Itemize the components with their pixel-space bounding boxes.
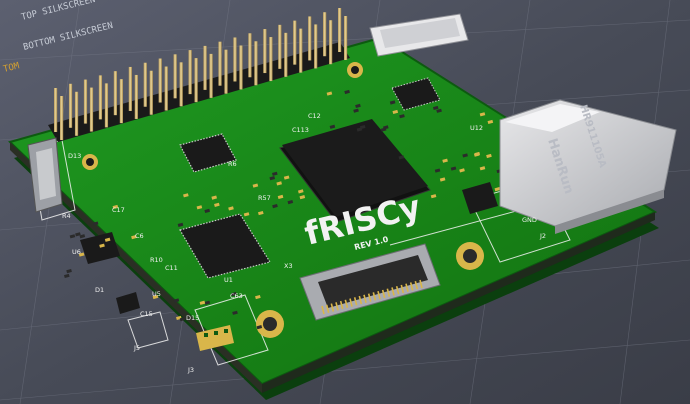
header-pin xyxy=(329,20,333,65)
refdes-c113: C113 xyxy=(292,126,309,134)
header-pin xyxy=(293,20,297,65)
header-pin xyxy=(173,54,177,99)
refdes-d13: D13 xyxy=(68,152,81,160)
refdes-c17: C17 xyxy=(112,206,125,214)
header-pin xyxy=(164,66,168,111)
refdes-u12: U12 xyxy=(470,124,483,132)
header-pin xyxy=(299,28,303,73)
header-pin xyxy=(113,71,117,116)
refdes-gnd: GND xyxy=(522,216,537,224)
refdes-r4: R4 xyxy=(62,212,71,220)
refdes-c11: C11 xyxy=(165,264,178,272)
refdes-d15: D15 xyxy=(186,314,199,322)
header-pin xyxy=(269,37,273,82)
header-pin xyxy=(338,8,342,52)
header-pin xyxy=(128,66,132,111)
refdes-r6: R6 xyxy=(228,160,237,168)
header-pin xyxy=(98,75,103,120)
header-pin xyxy=(308,16,312,61)
refdes-c63: C63 xyxy=(230,292,243,300)
header-pin xyxy=(74,91,79,136)
header-pin xyxy=(233,37,237,82)
header-pin xyxy=(149,70,153,115)
refdes-c6: C6 xyxy=(135,232,144,240)
header-pin xyxy=(119,79,123,124)
header-pin xyxy=(134,74,138,119)
header-pin xyxy=(83,79,88,124)
refdes-j2: J2 xyxy=(539,232,546,240)
header-pin xyxy=(323,12,327,57)
header-pin xyxy=(68,83,73,128)
refdes-r10: R10 xyxy=(150,256,163,264)
refdes-c12: C12 xyxy=(308,112,321,120)
refdes-c15: C15 xyxy=(140,310,153,318)
pcb-3d-viewer[interactable]: TOP SILKSCREEN BOTTOM SILKSCREEN TOM Han… xyxy=(0,0,690,404)
refdes-x3: X3 xyxy=(284,262,293,270)
header-pin xyxy=(254,41,258,86)
header-pin xyxy=(54,88,58,132)
header-pin xyxy=(248,33,252,78)
refdes-r57: R57 xyxy=(258,194,271,202)
header-pin xyxy=(158,58,162,103)
header-pin xyxy=(263,29,267,74)
viewer-canvas[interactable]: TOP SILKSCREEN BOTTOM SILKSCREEN TOM Han… xyxy=(0,0,690,404)
header-pin xyxy=(239,45,243,90)
header-pin xyxy=(104,83,109,128)
header-pin xyxy=(203,45,207,90)
header-pin xyxy=(60,96,64,140)
refdes-j5: J5 xyxy=(133,344,140,352)
header-pin xyxy=(344,16,348,60)
header-pin xyxy=(143,62,147,107)
refdes-u5: U5 xyxy=(152,290,161,298)
header-pin xyxy=(218,41,222,86)
header-pin xyxy=(89,87,94,132)
header-pin xyxy=(284,32,288,77)
header-pin xyxy=(188,50,192,95)
header-pin xyxy=(179,62,183,107)
header-pin xyxy=(209,53,213,98)
header-pin xyxy=(194,58,198,103)
header-pin xyxy=(278,24,282,69)
refdes-u6: U6 xyxy=(72,248,81,256)
refdes-u1: U1 xyxy=(224,276,233,284)
header-pin xyxy=(314,24,318,69)
header-pin xyxy=(224,49,228,94)
refdes-d1: D1 xyxy=(95,286,104,294)
refdes-j3: J3 xyxy=(187,366,194,374)
